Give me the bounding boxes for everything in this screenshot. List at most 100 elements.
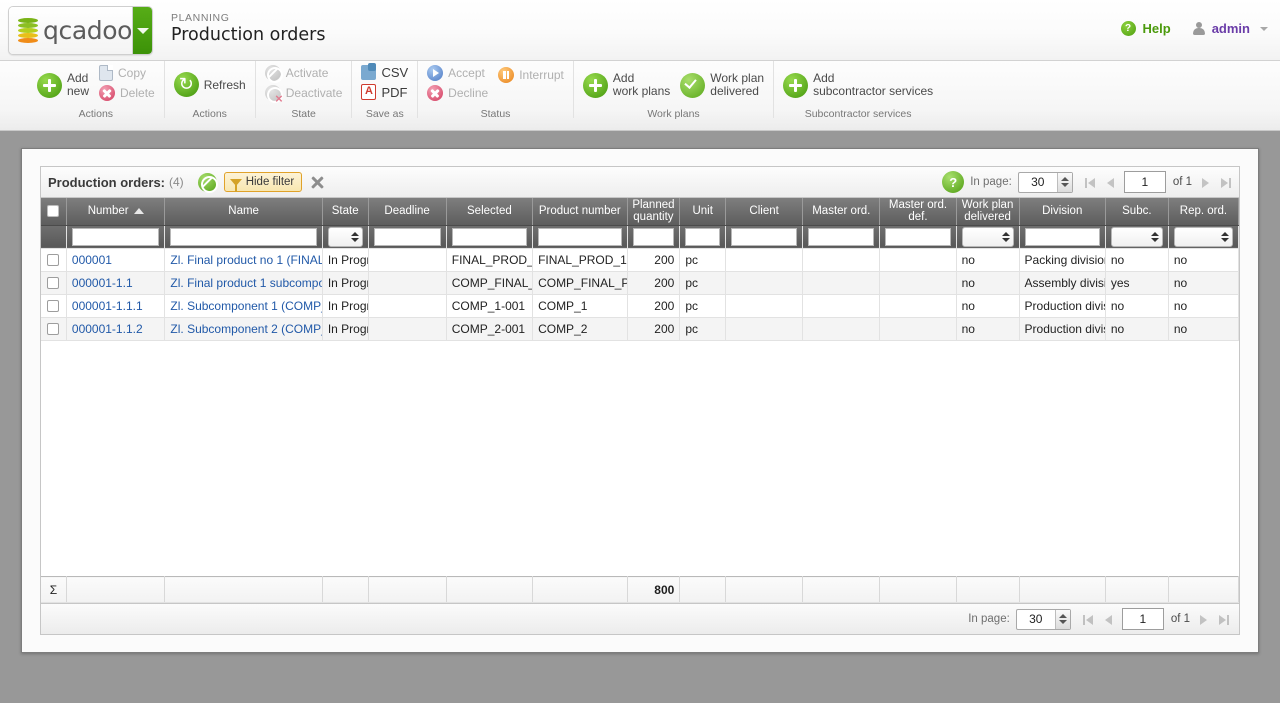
filter-input-selected[interactable] bbox=[452, 228, 527, 246]
ribbon-item-copy[interactable]: Copy bbox=[99, 65, 155, 81]
filter-select-subc[interactable] bbox=[1111, 227, 1163, 247]
page-size-input[interactable] bbox=[1019, 173, 1057, 192]
table-row[interactable]: 000001-1.1.2Zl. Subcomponent 2 (COMP_2)I… bbox=[41, 317, 1239, 340]
brand-logo[interactable]: qcadoo bbox=[9, 7, 132, 54]
prev-page-button[interactable] bbox=[1102, 613, 1115, 626]
close-filter-icon-button[interactable] bbox=[309, 174, 326, 191]
cell-number[interactable]: 000001-1.1.1 bbox=[66, 294, 165, 317]
stepper-arrows[interactable] bbox=[1055, 610, 1070, 629]
first-page-button[interactable] bbox=[1084, 176, 1097, 189]
link-number[interactable]: 000001 bbox=[72, 253, 112, 267]
hide-filter-button[interactable]: Hide filter bbox=[224, 172, 303, 192]
first-page-button[interactable] bbox=[1082, 613, 1095, 626]
column-header-masterdef[interactable]: Master ord. def. bbox=[880, 198, 956, 225]
user-menu-link[interactable]: admin bbox=[1212, 21, 1250, 36]
filter-input-masterord[interactable] bbox=[808, 228, 874, 246]
stepper-arrows[interactable] bbox=[1057, 173, 1072, 192]
ribbon-item-decline[interactable]: Decline bbox=[427, 85, 488, 101]
next-page-button[interactable] bbox=[1199, 176, 1212, 189]
filter-input-deadline[interactable] bbox=[374, 228, 441, 246]
ribbon-item-delete[interactable]: Delete bbox=[99, 85, 155, 101]
link-name[interactable]: Zl. Subcomponent 2 (COMP_2) bbox=[170, 322, 322, 336]
cell-name[interactable]: Zl. Subcomponent 2 (COMP_2) bbox=[165, 317, 322, 340]
select-all-header[interactable] bbox=[41, 198, 66, 225]
filter-select-state[interactable] bbox=[328, 227, 363, 247]
page-size-stepper[interactable] bbox=[1018, 172, 1073, 193]
last-page-button[interactable] bbox=[1217, 613, 1230, 626]
column-header-unit[interactable]: Unit bbox=[680, 198, 726, 225]
cell-number[interactable]: 000001 bbox=[66, 248, 165, 271]
link-name[interactable]: Zl. Subcomponent 1 (COMP_1) bbox=[170, 299, 322, 313]
filter-input-planned[interactable] bbox=[633, 228, 675, 246]
main-menu-dropdown-button[interactable] bbox=[132, 7, 152, 54]
ribbon-item-add-work-plans[interactable]: Add work plans bbox=[583, 65, 670, 98]
column-header-planned[interactable]: Planned quantity bbox=[627, 198, 680, 225]
link-name[interactable]: Zl. Final product 1 subcomponent (COMP_F… bbox=[170, 276, 322, 290]
page-size-input[interactable] bbox=[1017, 610, 1055, 629]
column-header-repord[interactable]: Rep. ord. bbox=[1168, 198, 1238, 225]
ribbon-item-add-subcontractor-services[interactable]: Add subcontractor services bbox=[783, 65, 933, 98]
link-number[interactable]: 000001-1.1.1 bbox=[72, 299, 143, 313]
cell-name[interactable]: Zl. Final product 1 subcomponent (COMP_F… bbox=[165, 271, 322, 294]
row-checkbox[interactable] bbox=[47, 300, 59, 312]
help-link[interactable]: Help bbox=[1143, 21, 1171, 36]
current-page-input[interactable] bbox=[1124, 171, 1166, 193]
table-row[interactable]: 000001 Zl. Final product no 1 (FINAL_PROD… bbox=[41, 248, 1239, 271]
ribbon-item-activate[interactable]: Activate bbox=[265, 65, 343, 81]
row-checkbox[interactable] bbox=[47, 254, 59, 266]
table-row[interactable]: 000001-1.1 Zl. Final product 1 subcompone… bbox=[41, 271, 1239, 294]
link-name[interactable]: Zl. Final product no 1 (FINAL_PROD_1) bbox=[170, 253, 322, 267]
current-page-input[interactable] bbox=[1122, 608, 1164, 630]
column-header-deadline[interactable]: Deadline bbox=[368, 198, 446, 225]
ribbon-item-interrupt[interactable]: Interrupt bbox=[498, 65, 564, 83]
cell-row-select[interactable] bbox=[41, 248, 66, 271]
grid-help-icon-button[interactable]: ? bbox=[942, 171, 964, 193]
select-all-checkbox[interactable] bbox=[47, 205, 59, 217]
column-header-state[interactable]: State bbox=[322, 198, 368, 225]
table-row[interactable]: 000001-1.1.1Zl. Subcomponent 1 (COMP_1)I… bbox=[41, 294, 1239, 317]
column-header-client[interactable]: Client bbox=[726, 198, 803, 225]
page-size-stepper[interactable] bbox=[1016, 609, 1071, 630]
clear-filter-icon-button[interactable] bbox=[198, 173, 217, 192]
ribbon-item-deactivate[interactable]: Deactivate bbox=[265, 85, 343, 101]
column-header-number[interactable]: Number bbox=[66, 198, 165, 225]
cell-number[interactable]: 000001-1.1.2 bbox=[66, 317, 165, 340]
ribbon-item-work-plan-delivered[interactable]: Work plan delivered bbox=[680, 65, 764, 98]
cell-number[interactable]: 000001-1.1 bbox=[66, 271, 165, 294]
filter-input-number[interactable] bbox=[72, 228, 160, 246]
filter-input-unit[interactable] bbox=[685, 228, 720, 246]
column-header-product[interactable]: Product number bbox=[533, 198, 627, 225]
last-page-button[interactable] bbox=[1219, 176, 1232, 189]
filter-input-product[interactable] bbox=[538, 228, 621, 246]
filter-select-wpdeliv[interactable] bbox=[962, 227, 1014, 247]
filter-input-name[interactable] bbox=[170, 228, 316, 246]
filter-select-repord[interactable] bbox=[1174, 227, 1233, 247]
filter-input-division[interactable] bbox=[1025, 228, 1100, 246]
cell-name[interactable]: Zl. Final product no 1 (FINAL_PROD_1) bbox=[165, 248, 322, 271]
row-checkbox[interactable] bbox=[47, 323, 59, 335]
cell-name[interactable]: Zl. Subcomponent 1 (COMP_1) bbox=[165, 294, 322, 317]
chevron-down-icon[interactable] bbox=[1260, 27, 1268, 31]
column-header-division[interactable]: Division bbox=[1019, 198, 1105, 225]
column-header-selected[interactable]: Selected bbox=[446, 198, 532, 225]
ribbon-item-add-new[interactable]: Add new bbox=[37, 65, 89, 98]
prev-page-button[interactable] bbox=[1104, 176, 1117, 189]
cell-row-select[interactable] bbox=[41, 317, 66, 340]
column-header-subc[interactable]: Subc. bbox=[1105, 198, 1168, 225]
table-filter-row bbox=[41, 225, 1239, 248]
column-header-name[interactable]: Name bbox=[165, 198, 322, 225]
column-header-masterord[interactable]: Master ord. bbox=[803, 198, 880, 225]
ribbon-item-csv[interactable]: CSV bbox=[361, 65, 408, 80]
link-number[interactable]: 000001-1.1.2 bbox=[72, 322, 143, 336]
filter-input-client[interactable] bbox=[731, 228, 797, 246]
ribbon-item-refresh[interactable]: Refresh bbox=[174, 65, 246, 97]
next-page-button[interactable] bbox=[1197, 613, 1210, 626]
cell-row-select[interactable] bbox=[41, 294, 66, 317]
ribbon-item-pdf[interactable]: PDF bbox=[361, 84, 408, 100]
cell-row-select[interactable] bbox=[41, 271, 66, 294]
ribbon-item-accept[interactable]: Accept bbox=[427, 65, 488, 81]
column-header-wpdeliv[interactable]: Work plan delivered bbox=[956, 198, 1019, 225]
row-checkbox[interactable] bbox=[47, 277, 59, 289]
link-number[interactable]: 000001-1.1 bbox=[72, 276, 133, 290]
filter-input-masterdef[interactable] bbox=[885, 228, 950, 246]
